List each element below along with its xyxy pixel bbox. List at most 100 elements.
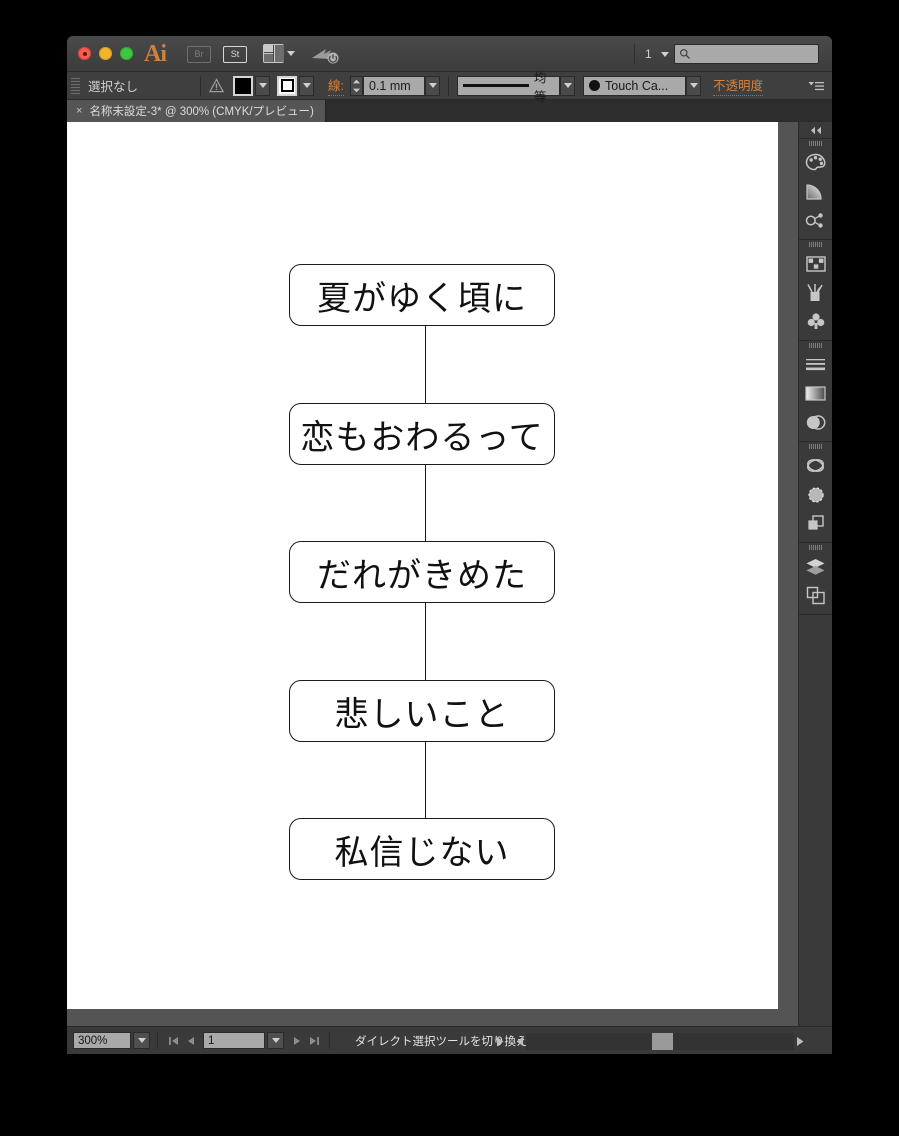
gradient-panel-icon[interactable] xyxy=(799,379,832,408)
window-controls xyxy=(78,47,133,60)
stroke-icon[interactable] xyxy=(799,350,832,379)
flow-node-label: 夏がゆく頃に xyxy=(317,278,527,319)
dock-group-stroke xyxy=(799,341,832,442)
stroke-profile-dropdown[interactable] xyxy=(560,75,575,96)
bridge-launch-icon[interactable] xyxy=(311,45,339,65)
pathfinder-icon[interactable] xyxy=(799,509,832,538)
artboards-icon[interactable] xyxy=(799,581,832,610)
flow-node[interactable]: だれがきめた xyxy=(289,541,555,603)
panel-dock xyxy=(798,122,832,1026)
stock-badge[interactable]: St xyxy=(223,46,247,63)
stroke-weight-dropdown[interactable] xyxy=(425,75,440,96)
page-number-input[interactable]: 1 xyxy=(203,1032,265,1049)
brush-definition-label: Touch Ca... xyxy=(605,78,669,93)
prev-page-button[interactable] xyxy=(182,1032,199,1049)
fill-color-dropdown[interactable] xyxy=(255,75,271,96)
layers-icon[interactable] xyxy=(799,552,832,581)
color-guide-icon[interactable] xyxy=(799,206,832,235)
illustrator-logo: Ai xyxy=(144,41,167,67)
flow-node-label: だれがきめた xyxy=(317,555,527,596)
stroke-weight-stepper[interactable] xyxy=(350,75,363,96)
graphic-styles-icon[interactable] xyxy=(799,480,832,509)
dock-group-color xyxy=(799,139,832,240)
brush-definition-select[interactable]: Touch Ca... xyxy=(583,75,686,96)
arrange-documents-button[interactable] xyxy=(263,44,295,63)
stroke-weight-input[interactable]: 0.1 mm xyxy=(363,75,425,96)
swatches-icon[interactable] xyxy=(799,249,832,278)
stroke-color-swatch[interactable] xyxy=(277,75,298,96)
close-icon[interactable]: × xyxy=(76,105,82,117)
connector-4-5 xyxy=(425,742,427,818)
brush-preview-icon xyxy=(589,80,600,91)
flow-node[interactable]: 私信じない xyxy=(289,818,555,880)
control-bar: 選択なし 線: 0.1 mm 均等 Touch Ca... 不透明度 xyxy=(67,71,832,104)
dock-group-gripper[interactable] xyxy=(799,543,832,552)
zoom-level-dropdown[interactable] xyxy=(133,1032,150,1049)
chevron-down-icon xyxy=(428,83,437,88)
flow-node[interactable]: 夏がゆく頃に xyxy=(289,264,555,326)
brush-definition-dropdown[interactable] xyxy=(686,75,701,96)
brushes-icon[interactable] xyxy=(799,278,832,307)
connector-2-3 xyxy=(425,465,427,541)
stroke-label[interactable]: 線: xyxy=(328,75,344,96)
scroll-right-small-icon[interactable] xyxy=(494,1036,506,1047)
dock-group-gripper[interactable] xyxy=(799,139,832,148)
first-page-button[interactable] xyxy=(165,1032,182,1049)
minimize-window-button[interactable] xyxy=(99,47,112,60)
document-selector-value: 1 xyxy=(645,47,652,61)
warning-icon xyxy=(209,78,225,93)
flow-node-label: 恋もおわるって xyxy=(300,417,544,458)
dock-group-gripper[interactable] xyxy=(799,442,832,451)
prev-page-icon xyxy=(187,1036,194,1045)
transparency-icon[interactable] xyxy=(799,408,832,437)
page-number-dropdown[interactable] xyxy=(267,1032,284,1049)
gradient-icon[interactable] xyxy=(799,177,832,206)
scroll-left-icon[interactable] xyxy=(514,1036,526,1047)
collapse-panels-button[interactable] xyxy=(799,122,832,139)
zoom-level-input[interactable]: 300% xyxy=(73,1032,131,1049)
arrange-documents-icon xyxy=(263,44,284,63)
symbols-icon[interactable] xyxy=(799,307,832,336)
horizontal-scrollbar-track[interactable] xyxy=(526,1032,794,1050)
chevron-down-icon xyxy=(660,51,669,57)
document-tab-bar: × 名称未設定-3* @ 300% (CMYK/プレビュー) xyxy=(67,100,832,122)
close-window-button[interactable] xyxy=(78,47,91,60)
document-selector[interactable]: 1 xyxy=(634,44,669,64)
work-area: 夏がゆく頃に 恋もおわるって だれがきめた 悲しいこと 私信じない xyxy=(67,122,832,1026)
artboard-canvas[interactable]: 夏がゆく頃に 恋もおわるって だれがきめた 悲しいこと 私信じない xyxy=(67,122,778,1009)
opacity-label[interactable]: 不透明度 xyxy=(713,75,764,96)
dock-group-gripper[interactable] xyxy=(799,240,832,249)
next-page-icon xyxy=(293,1036,300,1045)
next-page-button[interactable] xyxy=(288,1032,305,1049)
bridge-badge[interactable]: Br xyxy=(187,46,211,63)
document-tab[interactable]: × 名称未設定-3* @ 300% (CMYK/プレビュー) xyxy=(67,100,326,122)
stroke-profile-select[interactable]: 均等 xyxy=(457,71,560,104)
collapse-panels-icon xyxy=(810,126,821,134)
last-page-button[interactable] xyxy=(305,1032,322,1049)
flow-node-label: 悲しいこと xyxy=(334,694,510,735)
search-input[interactable] xyxy=(674,44,819,64)
fill-color-swatch[interactable] xyxy=(233,75,254,96)
flow-node-label: 私信じない xyxy=(334,832,510,873)
document-tab-title: 名称未設定-3* @ 300% (CMYK/プレビュー) xyxy=(89,106,314,118)
flow-node[interactable]: 悲しいこと xyxy=(289,680,555,742)
control-bar-gripper[interactable] xyxy=(71,77,80,94)
stroke-color-dropdown[interactable] xyxy=(299,75,315,96)
dock-group-swatches xyxy=(799,240,832,341)
flow-node[interactable]: 恋もおわるって xyxy=(289,403,555,465)
stroke-profile-preview xyxy=(463,84,529,87)
stroke-profile-label: 均等 xyxy=(533,70,547,104)
horizontal-scrollbar-thumb[interactable] xyxy=(652,1032,673,1050)
color-palette-icon[interactable] xyxy=(799,148,832,177)
panel-menu-icon[interactable] xyxy=(808,81,824,92)
flow-diagram: 夏がゆく頃に 恋もおわるって だれがきめた 悲しいこと 私信じない xyxy=(67,122,778,1009)
divider xyxy=(448,75,449,96)
search-icon xyxy=(680,49,690,59)
chevron-down-icon xyxy=(689,83,698,88)
dock-group-gripper[interactable] xyxy=(799,341,832,350)
appearance-icon[interactable] xyxy=(799,451,832,480)
connector-1-2 xyxy=(425,326,427,403)
scroll-right-icon[interactable] xyxy=(794,1036,806,1047)
horizontal-scrollbar[interactable] xyxy=(494,1030,832,1052)
zoom-window-button[interactable] xyxy=(120,47,133,60)
